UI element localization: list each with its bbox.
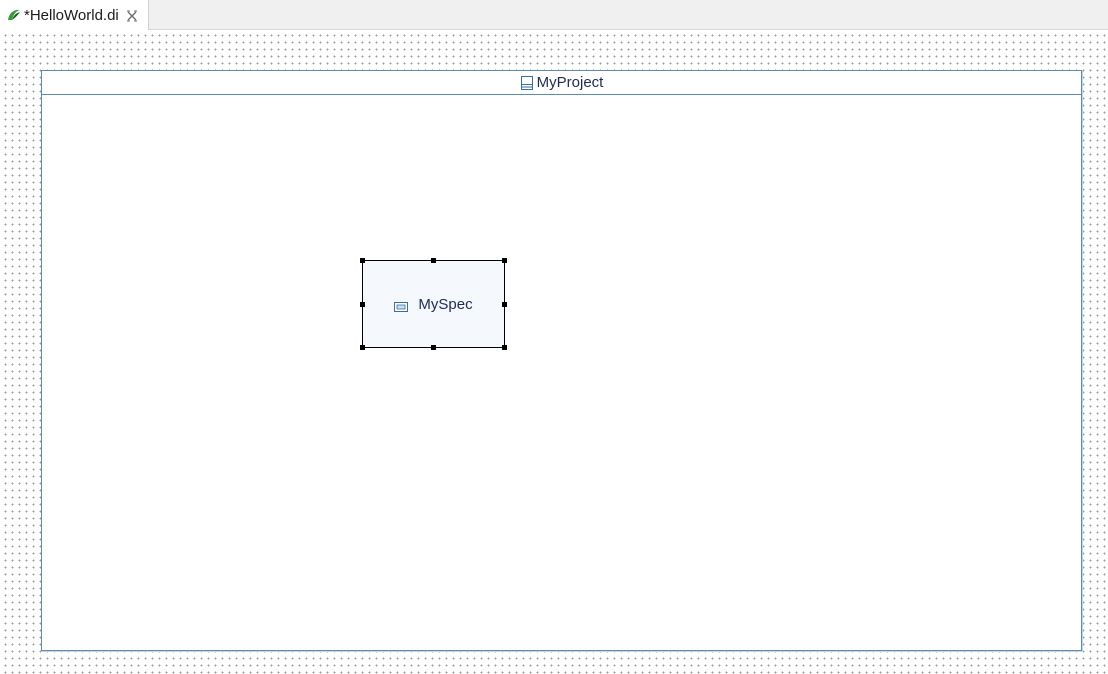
resize-handle-e[interactable]	[502, 302, 507, 307]
diagram-canvas[interactable]: MyProject MySpec	[0, 30, 1108, 674]
project-icon	[520, 75, 534, 91]
project-title: MyProject	[536, 74, 604, 91]
project-header[interactable]: MyProject	[42, 71, 1081, 95]
resize-handle-s[interactable]	[431, 345, 436, 350]
close-icon[interactable]	[126, 9, 138, 22]
project-container[interactable]: MyProject MySpec	[41, 70, 1082, 651]
editor-tab-bar: *HelloWorld.di	[0, 0, 1108, 30]
resize-handle-n[interactable]	[431, 258, 436, 263]
spec-title: MySpec	[418, 295, 473, 313]
spec-icon	[394, 299, 409, 312]
resize-handle-w[interactable]	[360, 302, 365, 307]
editor-tab-title: *HelloWorld.di	[24, 6, 119, 24]
resize-handle-ne[interactable]	[502, 258, 507, 263]
spec-node[interactable]: MySpec	[360, 258, 507, 350]
resize-handle-sw[interactable]	[360, 345, 365, 350]
resize-handle-se[interactable]	[502, 345, 507, 350]
editor-tab-helloworld[interactable]: *HelloWorld.di	[0, 0, 149, 30]
resize-handle-nw[interactable]	[360, 258, 365, 263]
papyrus-logo-icon	[6, 7, 22, 23]
